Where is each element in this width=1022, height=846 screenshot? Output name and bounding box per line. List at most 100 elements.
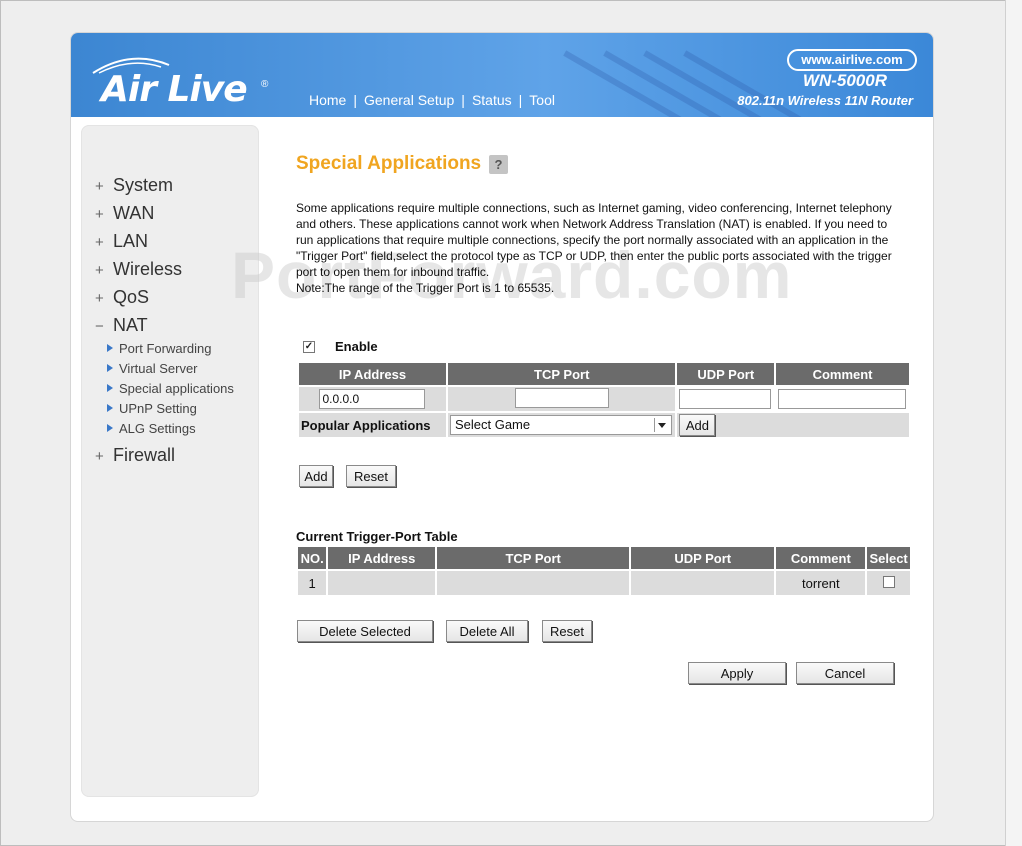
sidebar-item-label: Wireless [113, 259, 183, 279]
header-no: NO. [298, 547, 327, 569]
submenu-special-applications[interactable]: Special applications [107, 379, 234, 399]
plus-icon: + [95, 234, 104, 251]
cancel-button[interactable]: Cancel [796, 662, 894, 684]
website-badge: www.airlive.com [787, 49, 917, 71]
trigger-header-row: NO. IP Address TCP Port UDP Port Comment… [298, 547, 910, 569]
triangle-right-icon [107, 424, 113, 432]
description-text: Some applications require multiple conne… [296, 201, 892, 279]
tcp-port-input[interactable] [514, 387, 609, 408]
row-tcp-port [437, 571, 630, 595]
comment-cell [776, 387, 909, 411]
row-select-checkbox[interactable] [882, 575, 895, 588]
model-name: WN-5000R [802, 71, 887, 90]
submenu-label: Virtual Server [119, 361, 198, 376]
ip-address-input[interactable]: 0.0.0.0 [319, 389, 426, 409]
popular-apps-label: Popular Applications [299, 413, 446, 437]
submenu-port-forwarding[interactable]: Port Forwarding [107, 339, 234, 359]
trigger-port-table: NO. IP Address TCP Port UDP Port Comment… [296, 545, 912, 597]
popular-apps-select-cell: Select Game [447, 413, 676, 437]
header-udp-port: UDP Port [677, 363, 775, 385]
model-subtitle: 802.11n Wireless 11N Router [737, 93, 913, 108]
entry-input-row: 0.0.0.0 [299, 387, 909, 411]
comment-input[interactable] [778, 389, 907, 409]
triangle-right-icon [107, 404, 113, 412]
plus-icon: + [95, 262, 104, 279]
submenu-alg-settings[interactable]: ALG Settings [107, 419, 234, 439]
sidebar-menu: + System + WAN + LAN + Wireless + QoS − NAT Po… [95, 171, 234, 469]
header-ip-address: IP Address [299, 363, 446, 385]
header-tcp-port: TCP Port [437, 547, 630, 569]
sidebar-item-label: LAN [113, 231, 149, 251]
submenu-upnp-setting[interactable]: UPnP Setting [107, 399, 234, 419]
row-comment: torrent [776, 571, 866, 595]
top-navigation: Home | General Setup | Status | Tool [309, 92, 555, 108]
table-reset-button[interactable]: Reset [542, 620, 592, 642]
udp-port-input[interactable] [679, 389, 772, 409]
header-comment: Comment [776, 547, 866, 569]
sidebar-item-wireless[interactable]: + Wireless [95, 255, 234, 283]
sidebar-item-label: QoS [113, 287, 150, 307]
banner-stripe [563, 50, 705, 117]
enable-row: ✓ Enable [303, 339, 378, 354]
row-ip-address [328, 571, 436, 595]
sidebar-item-wan[interactable]: + WAN [95, 199, 234, 227]
nav-separator: | [461, 92, 465, 108]
help-icon[interactable]: ? [489, 155, 508, 174]
nav-status[interactable]: Status [472, 92, 512, 108]
header-ip-address: IP Address [328, 547, 436, 569]
enable-checkbox[interactable]: ✓ [303, 340, 315, 353]
submenu-label: ALG Settings [119, 421, 196, 436]
delete-all-button[interactable]: Delete All [446, 620, 528, 642]
trigger-table-title: Current Trigger-Port Table [296, 529, 458, 544]
trigger-entry-table: IP Address TCP Port UDP Port Comment 0.0… [297, 361, 911, 439]
table-row: 1 torrent [298, 571, 910, 595]
header-comment: Comment [776, 363, 909, 385]
registered-mark: ® [261, 79, 269, 90]
sidebar-item-system[interactable]: + System [95, 171, 234, 199]
add-button[interactable]: Add [299, 465, 333, 487]
row-number: 1 [298, 571, 327, 595]
row-select-cell [867, 571, 910, 595]
tcp-cell [447, 387, 676, 411]
nav-home[interactable]: Home [309, 92, 346, 108]
triangle-right-icon [107, 364, 113, 372]
sidebar-item-label: Firewall [113, 445, 176, 465]
header-udp-port: UDP Port [631, 547, 775, 569]
nav-general-setup[interactable]: General Setup [364, 92, 454, 108]
sidebar-item-nat[interactable]: − NAT [95, 311, 234, 339]
nav-tool[interactable]: Tool [529, 92, 555, 108]
sidebar-item-label: System [113, 175, 174, 195]
submenu-virtual-server[interactable]: Virtual Server [107, 359, 234, 379]
nav-separator: | [353, 92, 357, 108]
trigger-port-note: Note:The range of the Trigger Port is 1 … [296, 281, 555, 295]
popular-apps-row: Popular Applications Select Game Add [299, 413, 909, 437]
submenu-label: Special applications [119, 381, 234, 396]
row-udp-port [631, 571, 775, 595]
nat-submenu: Port Forwarding Virtual Server Special a… [107, 339, 234, 439]
page-description: Some applications require multiple conne… [296, 200, 896, 296]
popular-add-button[interactable]: Add [679, 414, 716, 436]
reset-button[interactable]: Reset [346, 465, 396, 487]
plus-icon: + [95, 178, 104, 195]
enable-label: Enable [335, 339, 378, 354]
popular-add-cell: Add [677, 413, 909, 437]
apply-button[interactable]: Apply [688, 662, 786, 684]
plus-icon: + [95, 290, 104, 307]
header-select: Select [867, 547, 910, 569]
submenu-label: Port Forwarding [119, 341, 212, 356]
delete-selected-button[interactable]: Delete Selected [297, 620, 433, 642]
triangle-right-icon [107, 344, 113, 352]
header-banner: Air Live ® Home | General Setup | Status… [71, 33, 933, 117]
submenu-label: UPnP Setting [119, 401, 197, 416]
router-admin-frame: Air Live ® Home | General Setup | Status… [70, 32, 934, 822]
sidebar-item-qos[interactable]: + QoS [95, 283, 234, 311]
sidebar-item-lan[interactable]: + LAN [95, 227, 234, 255]
nav-separator: | [518, 92, 523, 108]
popular-apps-select[interactable]: Select Game [449, 415, 672, 435]
page-title: Special Applications [296, 153, 482, 174]
plus-icon: + [95, 206, 104, 223]
minus-icon: − [95, 318, 104, 335]
udp-cell [677, 387, 775, 411]
sidebar-item-firewall[interactable]: + Firewall [95, 441, 234, 469]
vertical-scrollbar[interactable] [1005, 0, 1022, 846]
